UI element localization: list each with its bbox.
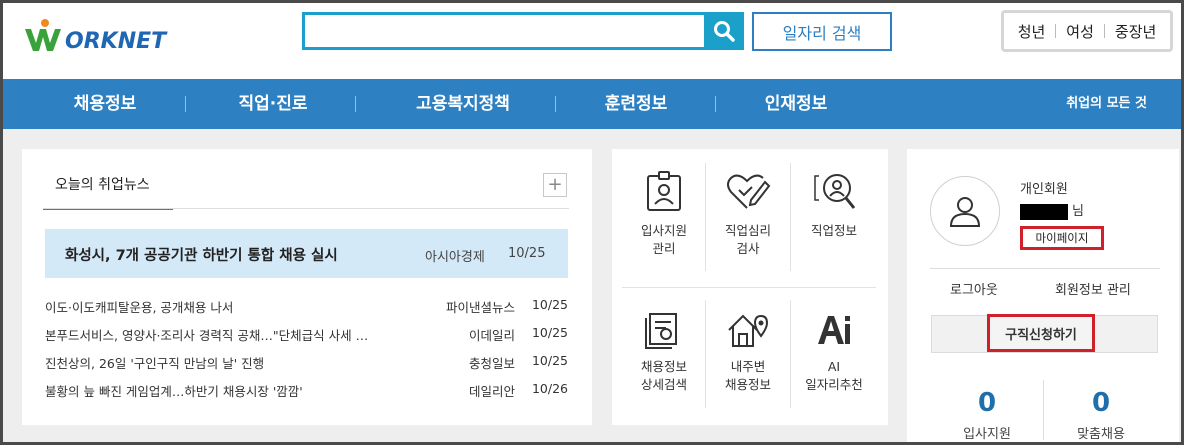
service-label: 관리 [652,241,676,256]
divider [1043,380,1044,440]
profile-management-link[interactable]: 회원정보 관리 [1055,279,1131,298]
news-item[interactable]: 불황의 늪 빠진 게임업계…하반기 채용시장 '깜깜' 데일리안 10/26 [45,381,570,401]
ai-icon [818,316,850,344]
main-nav: 채용정보 직업·진로 고용복지정책 훈련정보 인재정보 취업의 모든 것 [3,79,1181,129]
search-icon [714,21,735,42]
divider [43,208,569,209]
nav-divider [715,96,716,112]
news-title: 이도·이도캐피탈운용, 공개채용 나서 [45,300,234,315]
divider [930,268,1160,269]
news-source: 파이낸셜뉴스 [445,300,515,315]
headline-source: 아시아경제 [425,250,485,265]
more-news-button[interactable]: + [543,173,567,197]
news-source: 이데일리 [468,328,515,343]
user-icon [949,197,981,227]
nav-item-career[interactable]: 직업·진로 [203,79,343,129]
news-title: 불황의 늪 빠진 게임업계…하반기 채용시장 '깜깜' [45,384,303,399]
divider [790,300,791,408]
house-pin-icon [728,314,769,347]
redacted-name [1020,203,1068,220]
news-title: 진천상의, 26일 '구인구직 만남의 날' 진행 [45,356,265,371]
avatar [930,176,1000,246]
divider [790,163,791,271]
stat-value: 0 [977,388,997,418]
service-nearby-jobs[interactable]: 내주변 채용정보 [706,310,790,394]
divider [622,287,876,288]
logo-text: ORKNET [65,29,167,54]
stat-applications[interactable]: 0 입사지원 [947,389,1027,442]
news-item[interactable]: 본푸드서비스, 영양사·조리사 경력직 공채…"단체급식 사세 … 이데일리 1… [45,325,570,345]
service-application-management[interactable]: 입사지원 관리 [622,170,706,258]
headline-title: 화성시, 7개 공공기관 하반기 통합 채용 실시 [65,248,338,264]
stat-label: 맞춤채용 [1077,427,1125,442]
service-label: 검사 [736,241,760,256]
heart-pen-icon [727,174,771,209]
stat-custom-jobs[interactable]: 0 맞춤채용 [1061,389,1141,442]
nav-item-talent[interactable]: 인재정보 [731,79,861,129]
document-search-icon [645,313,677,349]
search-input[interactable] [302,12,704,50]
logout-link[interactable]: 로그아웃 [950,279,998,298]
stat-label: 입사지원 [963,427,1011,442]
service-label: 상세검색 [640,377,687,392]
service-label: 내주변 [730,359,766,374]
service-label: 채용정보 [640,359,687,374]
service-detailed-search[interactable]: 채용정보 상세검색 [622,310,706,394]
service-label: 직업정보 [810,223,857,238]
news-date: 10/25 [531,353,568,368]
member-name: 님 [1020,200,1084,220]
news-item[interactable]: 진천상의, 26일 '구인구직 만남의 날' 진행 충청일보 10/25 [45,353,570,373]
nav-item-jobs[interactable]: 채용정보 [45,79,165,129]
divider [1103,24,1105,38]
service-label: 채용정보 [724,377,771,392]
news-title: 본푸드서비스, 영양사·조리사 경력직 공채…"단체급식 사세 … [45,328,369,343]
worknet-logo[interactable]: ORKNET [23,17,183,57]
headline-date: 10/25 [508,246,546,261]
segment-women[interactable]: 여성 [1066,21,1094,42]
nav-divider [555,96,556,112]
nav-item-welfare-policy[interactable]: 고용복지정책 [383,79,543,129]
news-date: 10/25 [531,297,568,312]
stat-value: 0 [1091,388,1111,418]
service-job-info[interactable]: 직업정보 [792,170,876,240]
service-label: AI [827,359,841,374]
header: ORKNET 일자리 검색 청년 여성 중장년 [3,3,1181,79]
magnifier-person-icon [814,174,856,209]
job-search-button[interactable]: 일자리 검색 [752,12,892,51]
divider [1055,24,1057,38]
news-source: 충청일보 [468,356,515,371]
service-ai-recommend[interactable]: AI 일자리추천 [792,310,876,394]
tab-todays-news[interactable]: 오늘의 취업뉴스 [43,170,173,210]
segment-middle-aged[interactable]: 중장년 [1115,21,1156,42]
id-badge-icon [647,171,681,211]
news-source: 데일리안 [468,384,515,399]
news-date: 10/25 [531,325,568,340]
search-button[interactable] [704,12,744,50]
name-suffix: 님 [1072,204,1084,219]
nav-all-link[interactable]: 취업의 모든 것 [1066,79,1147,129]
service-label: 입사지원 [640,223,687,238]
service-psych-test[interactable]: 직업심리 검사 [706,170,790,258]
service-label: 일자리추천 [805,377,863,392]
nav-divider [355,96,356,112]
mypage-button[interactable]: 마이페이지 [1020,226,1104,250]
nav-divider [185,96,186,112]
news-item[interactable]: 이도·이도캐피탈운용, 공개채용 나서 파이낸셜뉴스 10/25 [45,297,570,317]
member-type: 개인회원 [1020,182,1068,197]
audience-selector: 청년 여성 중장년 [1001,10,1173,52]
nav-item-training[interactable]: 훈련정보 [573,79,699,129]
service-label: 직업심리 [724,223,771,238]
logo-w-icon [25,19,61,51]
job-seeking-apply-button[interactable]: 구직신청하기 [987,314,1095,352]
news-date: 10/26 [531,381,568,396]
segment-youth[interactable]: 청년 [1018,21,1046,42]
headline-news[interactable]: 화성시, 7개 공공기관 하반기 통합 채용 실시 아시아경제 10/25 [45,229,568,278]
